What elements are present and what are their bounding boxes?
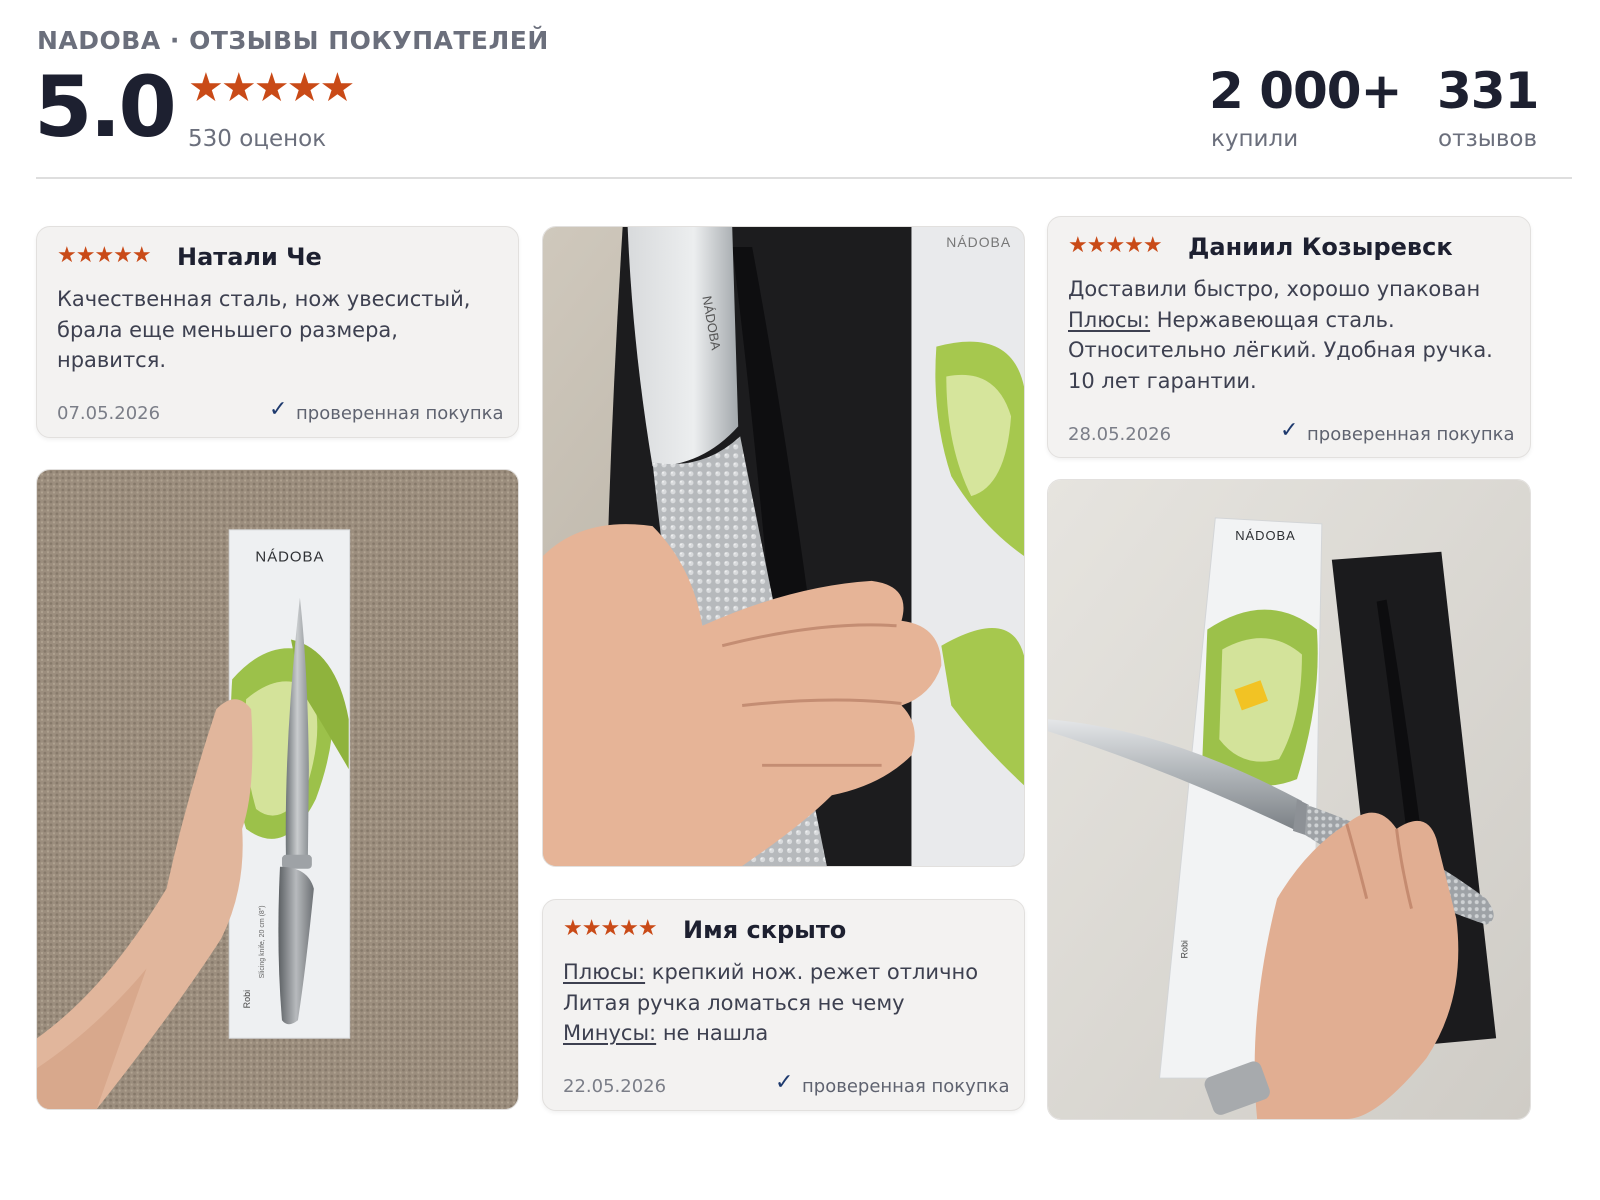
review-text: Плюсы: крепкий нож. режет отлично Литая … (563, 957, 978, 1049)
ratings-count: 530 оценок (188, 126, 327, 152)
review-stars: ★★★★★ (563, 916, 658, 941)
review-text-line: нравится. (57, 348, 167, 372)
review-card[interactable]: ★★★★★ Даниил Козыревск Доставили быстро,… (1047, 216, 1531, 458)
review-author: Натали Че (177, 243, 322, 271)
box-brand-text: NÁDOBA (946, 234, 1011, 250)
cons-text: не нашла (656, 1021, 769, 1045)
review-photo[interactable]: NÁDOBA Robi (1047, 479, 1531, 1120)
verified-purchase-label: проверенная покупка (296, 403, 504, 424)
pros-label: Плюсы: (563, 960, 646, 984)
review-text-line: 10 лет гарантии. (1068, 368, 1257, 393)
review-text-line: Доставили быстро, хорошо упакован (1068, 277, 1481, 301)
review-date: 07.05.2026 (57, 403, 161, 424)
verified-purchase-label: проверенная покупка (1307, 424, 1515, 445)
reviews-label: отзывов (1438, 126, 1538, 152)
review-card[interactable]: ★★★★★ Имя скрыто Плюсы: крепкий нож. реж… (542, 899, 1025, 1111)
box-desc-text: Slicing knife, 20 cm (8") (259, 905, 266, 978)
pros-text: крепкий нож. режет отлично (645, 960, 979, 984)
header-divider (36, 177, 1572, 179)
review-date: 22.05.2026 (563, 1076, 667, 1097)
review-card[interactable]: ★★★★★ Натали Че Качественная сталь, нож … (36, 226, 519, 438)
box-brand-text: NÁDOBA (1235, 528, 1296, 543)
review-date: 28.05.2026 (1068, 424, 1172, 445)
review-author: Даниил Козыревск (1188, 233, 1453, 261)
reviews-count: 331 (1437, 62, 1539, 120)
cons-label: Минусы: (563, 1021, 657, 1045)
review-text: Доставили быстро, хорошо упакован Плюсы:… (1068, 274, 1493, 396)
review-stars: ★★★★★ (1068, 233, 1163, 258)
bought-label: купили (1211, 126, 1299, 152)
box-model-text: Robi (242, 990, 252, 1008)
review-text-line: Относительно лёгкий. Удобная ручка. (1068, 338, 1493, 362)
review-photo[interactable]: NÁDOBA Robi Slicing knife, 20 cm (8") (36, 469, 519, 1110)
average-score: 5.0 (34, 58, 177, 156)
verified-check-icon: ✓ (269, 397, 288, 422)
review-stars: ★★★★★ (57, 243, 152, 268)
verified-check-icon: ✓ (1280, 418, 1299, 443)
review-text-line: Литая ручка ломаться не чему (563, 990, 905, 1015)
review-photo[interactable]: NÁDOBA NÁDOBA (542, 226, 1025, 867)
review-text: Качественная сталь, нож увесистый, брала… (57, 284, 470, 376)
verified-check-icon: ✓ (775, 1070, 794, 1095)
rating-stars: ★★★★★ (188, 65, 355, 111)
box-brand-text: NÁDOBA (255, 549, 324, 566)
review-text-line: брала еще меньшего размера, (57, 317, 398, 342)
box-model-text: Robi (1179, 940, 1189, 958)
pros-text: Нержавеющая сталь. (1150, 307, 1395, 332)
page-heading: NADOBA · ОТЗЫВЫ ПОКУПАТЕЛЕЙ (37, 26, 549, 55)
review-text-line: Качественная сталь, нож увесистый, (57, 287, 471, 311)
bought-count: 2 000+ (1209, 62, 1402, 120)
verified-purchase-label: проверенная покупка (802, 1076, 1010, 1097)
review-author: Имя скрыто (683, 916, 847, 944)
pros-label: Плюсы: (1068, 307, 1151, 332)
